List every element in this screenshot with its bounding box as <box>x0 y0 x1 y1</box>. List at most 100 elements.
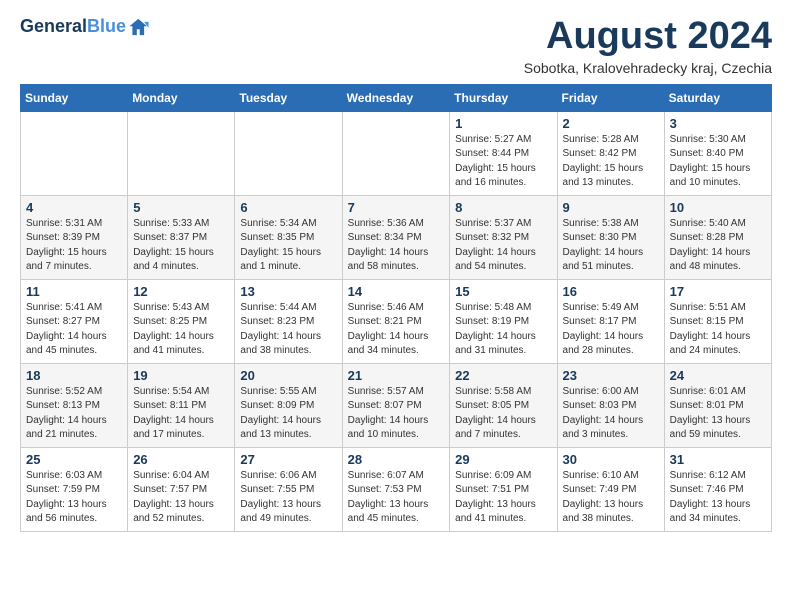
day-number: 10 <box>670 200 766 215</box>
day-info: Sunrise: 5:28 AM Sunset: 8:42 PM Dayligh… <box>563 133 659 191</box>
day-info: Sunrise: 6:03 AM Sunset: 7:59 PM Dayligh… <box>26 469 122 527</box>
day-number: 14 <box>348 284 445 299</box>
logo-text: GeneralBlue <box>20 17 126 37</box>
calendar-week-row: 1 Sunrise: 5:27 AM Sunset: 8:44 PM Daylig… <box>21 111 772 195</box>
calendar-cell: 13Sunrise: 5:44 AM Sunset: 8:23 PM Dayli… <box>235 279 342 363</box>
calendar-cell <box>235 111 342 195</box>
day-number: 12 <box>133 284 229 299</box>
day-info: Sunrise: 5:49 AM Sunset: 8:17 PM Dayligh… <box>563 301 659 359</box>
day-number: 4 <box>26 200 122 215</box>
calendar-cell: 20 Sunrise: 5:55 AM Sunset: 8:09 PM Dayli… <box>235 363 342 447</box>
day-info: Sunrise: 5:37 AM Sunset: 8:32 PM Dayligh… <box>455 217 551 275</box>
day-info: Sunrise: 5:33 AM Sunset: 8:37 PM Dayligh… <box>133 217 229 275</box>
day-info: Sunrise: 5:38 AM Sunset: 8:30 PM Dayligh… <box>563 217 659 275</box>
calendar-cell: 27 Sunrise: 6:06 AM Sunset: 7:55 PM Dayli… <box>235 447 342 531</box>
page-header: GeneralBlue August 2024 Sobotka, Kralove… <box>20 16 772 76</box>
day-info: Sunrise: 5:51 AM Sunset: 8:15 PM Dayligh… <box>670 301 766 359</box>
calendar-cell: 12 Sunrise: 5:43 AM Sunset: 8:25 PM Dayli… <box>128 279 235 363</box>
calendar-cell: 15 Sunrise: 5:48 AM Sunset: 8:19 PM Dayli… <box>450 279 557 363</box>
calendar-week-row: 25 Sunrise: 6:03 AM Sunset: 7:59 PM Dayli… <box>21 447 772 531</box>
calendar-cell: 9 Sunrise: 5:38 AM Sunset: 8:30 PM Daylig… <box>557 195 664 279</box>
calendar-cell: 21 Sunrise: 5:57 AM Sunset: 8:07 PM Dayli… <box>342 363 450 447</box>
day-info: Sunrise: 5:46 AM Sunset: 8:21 PM Dayligh… <box>348 301 445 359</box>
day-number: 3 <box>670 116 766 131</box>
day-info: Sunrise: 5:57 AM Sunset: 8:07 PM Dayligh… <box>348 385 445 443</box>
day-number: 11 <box>26 284 122 299</box>
calendar-week-row: 18Sunrise: 5:52 AM Sunset: 8:13 PM Dayli… <box>21 363 772 447</box>
day-number: 18 <box>26 368 122 383</box>
calendar-cell: 11Sunrise: 5:41 AM Sunset: 8:27 PM Dayli… <box>21 279 128 363</box>
day-number: 2 <box>563 116 659 131</box>
calendar-cell: 24 Sunrise: 6:01 AM Sunset: 8:01 PM Dayli… <box>664 363 771 447</box>
day-info: Sunrise: 5:40 AM Sunset: 8:28 PM Dayligh… <box>670 217 766 275</box>
day-number: 19 <box>133 368 229 383</box>
day-info: Sunrise: 6:01 AM Sunset: 8:01 PM Dayligh… <box>670 385 766 443</box>
calendar-cell: 10 Sunrise: 5:40 AM Sunset: 8:28 PM Dayli… <box>664 195 771 279</box>
calendar-cell: 18Sunrise: 5:52 AM Sunset: 8:13 PM Dayli… <box>21 363 128 447</box>
calendar-cell <box>21 111 128 195</box>
day-number: 1 <box>455 116 551 131</box>
calendar-cell: 29 Sunrise: 6:09 AM Sunset: 7:51 PM Dayli… <box>450 447 557 531</box>
day-info: Sunrise: 5:55 AM Sunset: 8:09 PM Dayligh… <box>240 385 336 443</box>
day-info: Sunrise: 6:12 AM Sunset: 7:46 PM Dayligh… <box>670 469 766 527</box>
weekday-header: Sunday <box>21 84 128 111</box>
calendar-cell: 19Sunrise: 5:54 AM Sunset: 8:11 PM Dayli… <box>128 363 235 447</box>
calendar-cell: 3 Sunrise: 5:30 AM Sunset: 8:40 PM Daylig… <box>664 111 771 195</box>
location-subtitle: Sobotka, Kralovehradecky kraj, Czechia <box>524 60 772 76</box>
day-number: 9 <box>563 200 659 215</box>
calendar-cell: 25 Sunrise: 6:03 AM Sunset: 7:59 PM Dayli… <box>21 447 128 531</box>
day-number: 13 <box>240 284 336 299</box>
day-info: Sunrise: 5:58 AM Sunset: 8:05 PM Dayligh… <box>455 385 551 443</box>
day-number: 25 <box>26 452 122 467</box>
day-number: 27 <box>240 452 336 467</box>
day-number: 5 <box>133 200 229 215</box>
day-info: Sunrise: 5:30 AM Sunset: 8:40 PM Dayligh… <box>670 133 766 191</box>
day-info: Sunrise: 5:31 AM Sunset: 8:39 PM Dayligh… <box>26 217 122 275</box>
day-info: Sunrise: 6:04 AM Sunset: 7:57 PM Dayligh… <box>133 469 229 527</box>
calendar-cell: 28 Sunrise: 6:07 AM Sunset: 7:53 PM Dayli… <box>342 447 450 531</box>
calendar-cell: 7Sunrise: 5:36 AM Sunset: 8:34 PM Daylig… <box>342 195 450 279</box>
calendar-cell: 4 Sunrise: 5:31 AM Sunset: 8:39 PM Daylig… <box>21 195 128 279</box>
day-info: Sunrise: 5:36 AM Sunset: 8:34 PM Dayligh… <box>348 217 445 275</box>
day-info: Sunrise: 5:48 AM Sunset: 8:19 PM Dayligh… <box>455 301 551 359</box>
calendar-cell <box>342 111 450 195</box>
day-number: 23 <box>563 368 659 383</box>
day-number: 24 <box>670 368 766 383</box>
day-info: Sunrise: 5:34 AM Sunset: 8:35 PM Dayligh… <box>240 217 336 275</box>
calendar-cell: 22 Sunrise: 5:58 AM Sunset: 8:05 PM Dayli… <box>450 363 557 447</box>
logo-icon <box>128 16 150 38</box>
day-number: 17 <box>670 284 766 299</box>
weekday-header: Tuesday <box>235 84 342 111</box>
day-number: 16 <box>563 284 659 299</box>
day-number: 8 <box>455 200 551 215</box>
day-info: Sunrise: 5:43 AM Sunset: 8:25 PM Dayligh… <box>133 301 229 359</box>
calendar-cell: 31Sunrise: 6:12 AM Sunset: 7:46 PM Dayli… <box>664 447 771 531</box>
calendar-cell: 8 Sunrise: 5:37 AM Sunset: 8:32 PM Daylig… <box>450 195 557 279</box>
month-title: August 2024 <box>524 16 772 58</box>
day-info: Sunrise: 6:09 AM Sunset: 7:51 PM Dayligh… <box>455 469 551 527</box>
day-number: 22 <box>455 368 551 383</box>
calendar-week-row: 11Sunrise: 5:41 AM Sunset: 8:27 PM Dayli… <box>21 279 772 363</box>
day-number: 20 <box>240 368 336 383</box>
calendar-cell: 5 Sunrise: 5:33 AM Sunset: 8:37 PM Daylig… <box>128 195 235 279</box>
day-number: 29 <box>455 452 551 467</box>
calendar-cell: 2 Sunrise: 5:28 AM Sunset: 8:42 PM Daylig… <box>557 111 664 195</box>
weekday-header: Monday <box>128 84 235 111</box>
day-number: 28 <box>348 452 445 467</box>
weekday-header: Saturday <box>664 84 771 111</box>
day-info: Sunrise: 6:06 AM Sunset: 7:55 PM Dayligh… <box>240 469 336 527</box>
day-info: Sunrise: 5:27 AM Sunset: 8:44 PM Dayligh… <box>455 133 551 191</box>
calendar-table: SundayMondayTuesdayWednesdayThursdayFrid… <box>20 84 772 532</box>
day-info: Sunrise: 6:00 AM Sunset: 8:03 PM Dayligh… <box>563 385 659 443</box>
calendar-cell: 30 Sunrise: 6:10 AM Sunset: 7:49 PM Dayli… <box>557 447 664 531</box>
day-number: 21 <box>348 368 445 383</box>
weekday-header: Thursday <box>450 84 557 111</box>
day-number: 15 <box>455 284 551 299</box>
weekday-header: Wednesday <box>342 84 450 111</box>
day-number: 30 <box>563 452 659 467</box>
weekday-header: Friday <box>557 84 664 111</box>
day-info: Sunrise: 6:10 AM Sunset: 7:49 PM Dayligh… <box>563 469 659 527</box>
logo: GeneralBlue <box>20 16 150 38</box>
calendar-cell: 17 Sunrise: 5:51 AM Sunset: 8:15 PM Dayli… <box>664 279 771 363</box>
day-info: Sunrise: 6:07 AM Sunset: 7:53 PM Dayligh… <box>348 469 445 527</box>
